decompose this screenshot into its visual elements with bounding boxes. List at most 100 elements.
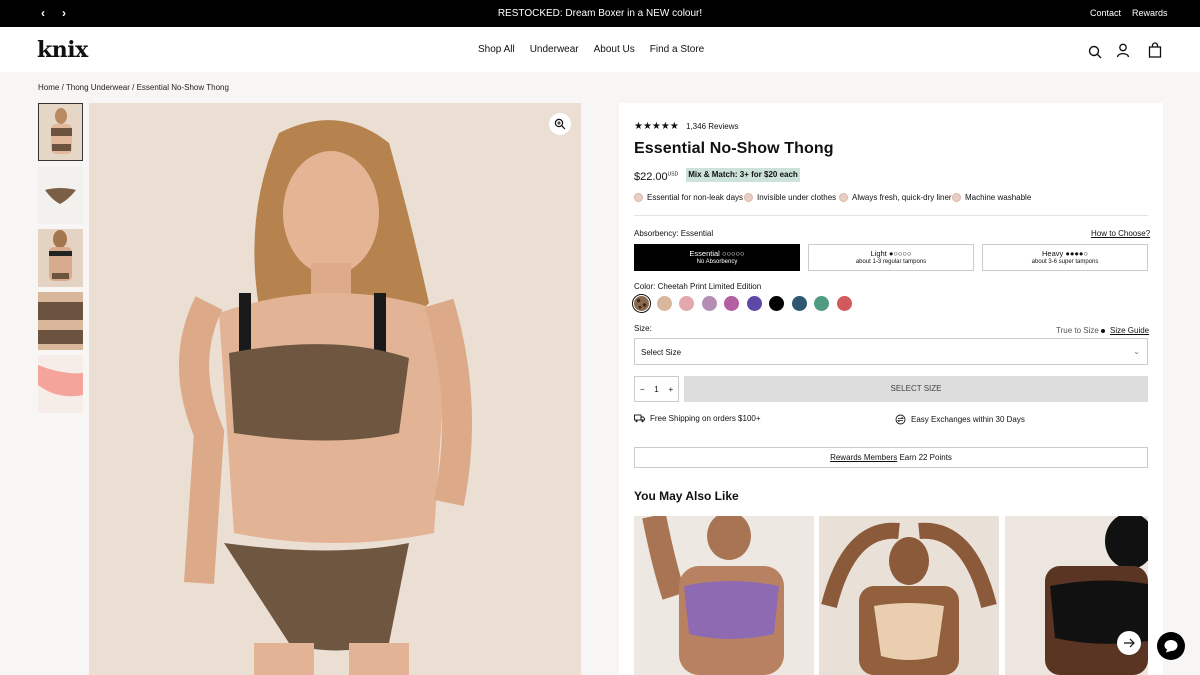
absorbency-name: Essential (689, 249, 720, 258)
cart-icon[interactable] (1147, 42, 1163, 58)
recommended-product-card[interactable] (634, 516, 814, 675)
rating-stars[interactable]: ★★★★★ (634, 121, 679, 132)
absorbency-desc: No Absorbency (696, 259, 738, 265)
color-swatch[interactable] (679, 296, 694, 311)
zoom-button[interactable] (549, 113, 571, 135)
qty-value[interactable]: 1 (654, 385, 658, 394)
carousel-next-button[interactable] (1117, 631, 1141, 655)
nav-underwear[interactable]: Underwear (530, 44, 579, 55)
color-swatch[interactable] (656, 296, 672, 311)
price-currency: USD (667, 171, 679, 178)
free-shipping-text: Free Shipping on orders $100+ (650, 414, 761, 423)
announcement-bar: ‹ › RESTOCKED: Dream Boxer in a NEW colo… (0, 0, 1200, 27)
feature-2: Invisible under clothes (744, 193, 836, 202)
absorbency-name: Light (870, 249, 887, 258)
check-icon (839, 193, 848, 202)
rewards-banner: Rewards Members Earn 22 Points (634, 447, 1148, 468)
breadcrumb[interactable]: Home / Thong Underwear / Essential No-Sh… (38, 83, 229, 92)
recommended-product-image (819, 516, 999, 675)
truck-icon (634, 414, 645, 423)
exchanges-text: Easy Exchanges within 30 Days (911, 415, 1025, 424)
quantity-stepper[interactable]: − 1 + (634, 376, 679, 402)
qty-plus-button[interactable]: + (668, 385, 673, 394)
feature-1: Essential for non-leak days (634, 193, 743, 202)
size-label: Size: (634, 324, 652, 333)
drops-icon: ○○○○○ (721, 249, 745, 258)
thumbnail-2[interactable] (38, 166, 83, 224)
absorbency-essential[interactable]: Essential ○○○○○ No Absorbency (634, 244, 800, 271)
product-title: Essential No-Show Thong (634, 140, 834, 157)
color-swatch[interactable] (836, 296, 852, 311)
size-guide-link[interactable]: Size Guide (1110, 326, 1149, 335)
size-select[interactable]: Select Size ⌄ (634, 338, 1148, 365)
promo-badge: Mix & Match: 3+ for $20 each (686, 168, 800, 182)
chat-button[interactable] (1157, 632, 1185, 660)
color-swatch[interactable] (701, 296, 717, 311)
color-swatch[interactable] (814, 296, 829, 311)
rewards-link[interactable]: Rewards (1132, 8, 1168, 18)
divider (634, 215, 1148, 216)
main-nav: Shop All Underwear About Us Find a Store (478, 44, 704, 55)
product-thumbnail-image (38, 229, 83, 287)
reviews-link[interactable]: 1,346 Reviews (686, 122, 738, 131)
nav-about-us[interactable]: About Us (594, 44, 635, 55)
recommended-product-image (634, 516, 814, 675)
absorbency-light[interactable]: Light ●○○○○ about 1-3 regular tampons (808, 244, 974, 271)
true-to-size-label: True to Size (1056, 326, 1099, 335)
product-thumbnail-image (38, 292, 83, 350)
absorbency-name: Heavy (1041, 249, 1064, 258)
rewards-members-link[interactable]: Rewards Members (830, 453, 897, 462)
nav-shop-all[interactable]: Shop All (478, 44, 515, 55)
main-product-image[interactable] (89, 103, 581, 675)
absorbency-desc: about 3-6 super tampons (1031, 259, 1099, 265)
thumbnail-5[interactable] (38, 355, 83, 413)
model-photo (89, 103, 581, 675)
check-icon (952, 193, 961, 202)
arrow-right-icon (1124, 638, 1135, 648)
color-swatch[interactable] (724, 296, 739, 311)
you-may-also-like-title: You May Also Like (634, 489, 739, 503)
feature-4: Machine washable (952, 193, 1031, 202)
absorbency-desc: about 1-3 regular tampons (855, 259, 927, 265)
color-swatch[interactable] (791, 296, 807, 311)
search-icon[interactable] (1087, 44, 1103, 60)
account-icon[interactable] (1115, 42, 1131, 58)
fit-indicator-dot (1101, 329, 1105, 333)
check-icon (744, 193, 753, 202)
color-swatch[interactable] (746, 296, 762, 311)
absorbency-heavy[interactable]: Heavy ●●●●○ about 3-6 super tampons (982, 244, 1148, 271)
thumbnail-3[interactable] (38, 229, 83, 287)
product-thumbnail-image (38, 166, 83, 224)
thumbnail-4[interactable] (38, 292, 83, 350)
rewards-points-text: Earn 22 Points (897, 453, 952, 462)
check-icon (634, 193, 643, 202)
select-size-button[interactable]: SELECT SIZE (684, 376, 1148, 402)
absorbency-label: Absorbency: Essential (634, 229, 714, 238)
color-swatch[interactable] (632, 294, 651, 313)
feature-label: Invisible under clothes (757, 193, 837, 202)
recommended-product-card[interactable] (819, 516, 999, 675)
thumbnail-1[interactable] (38, 103, 83, 161)
drops-icon: ●○○○○ (888, 249, 912, 258)
how-to-choose-link[interactable]: How to Choose? (1091, 229, 1150, 238)
price-value: $22.00 (634, 171, 668, 183)
feature-label: Machine washable (965, 193, 1032, 202)
exchange-icon (895, 414, 906, 425)
product-price: $22.00USD (634, 171, 678, 183)
product-thumbnail-image (39, 104, 82, 160)
qty-minus-button[interactable]: − (640, 385, 645, 394)
announcement-text[interactable]: RESTOCKED: Dream Boxer in a NEW colour! (0, 8, 1200, 19)
color-swatch[interactable] (769, 296, 784, 311)
feature-label: Essential for non-leak days (647, 193, 744, 202)
color-label: Color: Cheetah Print Limited Edition (634, 282, 762, 291)
contact-link[interactable]: Contact (1090, 8, 1121, 18)
drops-icon: ●●●●○ (1065, 249, 1088, 258)
nav-find-a-store[interactable]: Find a Store (650, 44, 704, 55)
logo[interactable]: knix (37, 37, 88, 63)
free-shipping-info: Free Shipping on orders $100+ (634, 414, 761, 423)
chat-icon (1164, 640, 1178, 653)
feature-label: Always fresh, quick-dry liner (852, 193, 952, 202)
site-header: knix Shop All Underwear About Us Find a … (0, 27, 1200, 72)
product-thumbnail-image (38, 355, 83, 413)
feature-3: Always fresh, quick-dry liner (839, 193, 952, 202)
